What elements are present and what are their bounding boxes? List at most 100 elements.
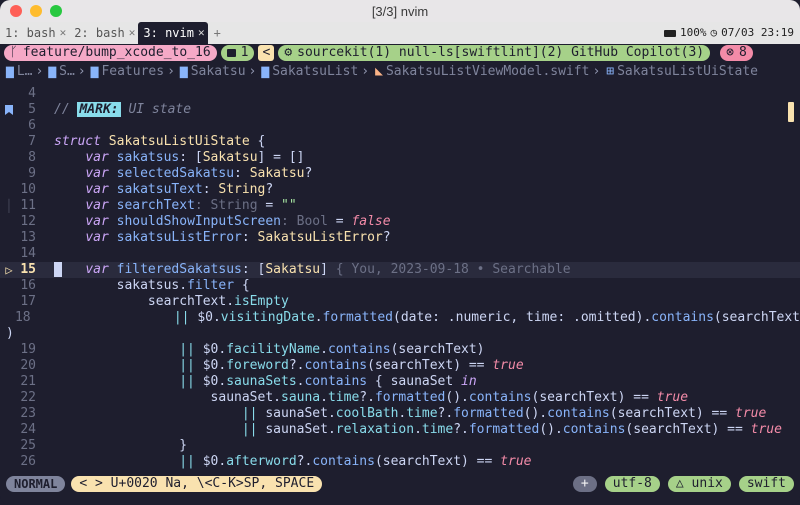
line-number: 18 — [14, 310, 31, 325]
code-line: 26 || $0.afterword?.contains(searchText)… — [0, 454, 800, 470]
line-number: 12 — [20, 214, 36, 229]
line-number: 7 — [28, 134, 36, 149]
code-line: 6 — [0, 118, 800, 134]
breadcrumb-item[interactable]: S… — [59, 64, 75, 79]
code-line: 22 saunaSet.sauna.time?.formatted().cont… — [0, 390, 800, 406]
line-number: 26 — [20, 454, 36, 469]
battery-icon — [664, 29, 677, 37]
title-bar: [3/3] nvim — [0, 0, 800, 22]
tmux-tab-1[interactable]: 1: bash ✕ — [0, 22, 69, 44]
scrollbar-thumb[interactable] — [788, 102, 794, 122]
git-blame: You, 2023-09-18 • Searchable — [351, 262, 571, 277]
code-line: 19 || $0.facilityName.contains(searchTex… — [0, 342, 800, 358]
char-info: < > U+0020 Na, \<C-K>SP, SPACE — [71, 476, 323, 492]
diagnostics-errors[interactable]: ⊗ 8 — [720, 45, 753, 61]
close-icon[interactable]: ✕ — [129, 22, 136, 44]
line-number: 6 — [28, 118, 36, 133]
text-cursor — [54, 262, 62, 277]
line-number: 8 — [28, 150, 36, 165]
close-icon[interactable]: ✕ — [60, 22, 67, 44]
code-editor[interactable]: 4 5// MARK: UI state 6 7 struct SakatsuLi… — [0, 86, 800, 472]
tmux-tab-bar: 1: bash ✕ 2: bash ✕ 3: nvim ✕ + 100% ◷ 0… — [0, 22, 800, 44]
swift-file-icon: ◣ — [375, 63, 383, 79]
line-number: 16 — [20, 278, 36, 293]
code-line: 7 struct SakatsuListUiState { — [0, 134, 800, 150]
breadcrumb-item[interactable]: L… — [17, 64, 33, 79]
code-line: ) — [6, 326, 14, 341]
line-number: 4 — [28, 86, 36, 101]
tmux-tab-2[interactable]: 2: bash ✕ — [69, 22, 138, 44]
folder-icon: ▆ — [90, 63, 99, 79]
code-line: 8 var sakatsus: [Sakatsu] = [] — [0, 150, 800, 166]
file-format: △ unix — [667, 476, 731, 492]
line-number: 23 — [20, 406, 36, 421]
tab-scroll-arrow[interactable]: < — [258, 45, 275, 61]
code-line: │ 11 var searchText: String = "" — [5, 198, 297, 213]
file-format-label: unix — [691, 476, 723, 491]
code-line: 25 } — [0, 438, 800, 454]
tab-icon — [226, 49, 236, 57]
chevron-right-icon: › — [592, 63, 601, 79]
code-line: 18 || $0.visitingDate.formatted(date: .n… — [14, 310, 800, 325]
breadcrumb-item[interactable]: SakatsuList — [272, 64, 358, 79]
modified-indicator: + — [572, 476, 597, 492]
window-title: [3/3] nvim — [371, 4, 429, 19]
breadcrumb-item[interactable]: Sakatsu — [191, 64, 246, 79]
breadcrumb-item[interactable]: Features — [101, 64, 164, 79]
code-line: 5// MARK: UI state — [0, 102, 800, 118]
file-type: swift — [738, 476, 794, 492]
code-line: 16 sakatsus.filter { — [0, 278, 800, 294]
folder-icon: ▆ — [179, 63, 188, 79]
branch-name: feature/bump_xcode_to_16 — [22, 45, 211, 60]
code-line: 23 || saunaSet.coolBath.time?.formatted(… — [0, 406, 800, 422]
chevron-right-icon: › — [77, 63, 86, 79]
error-icon: ⊗ — [726, 45, 734, 60]
mark-text: UI state — [128, 102, 192, 117]
date-time: 07/03 23:19 — [721, 26, 794, 39]
folder-icon: ▆ — [261, 63, 270, 79]
line-number: 25 — [20, 438, 36, 453]
new-tab-button[interactable]: + — [208, 26, 227, 40]
lsp-clients: sourcekit(1) null-ls[swiftlint](2) GitHu… — [297, 45, 705, 60]
folder-icon: ▆ — [6, 63, 14, 79]
line-number: 20 — [20, 358, 36, 373]
command-line[interactable] — [0, 493, 800, 505]
breadcrumb-item[interactable]: SakatsuListViewModel.swift — [386, 64, 590, 79]
tab-number: 1 — [240, 45, 249, 60]
linux-icon: △ — [675, 476, 684, 491]
clock-icon: ◷ — [710, 26, 718, 39]
git-branch[interactable]: ᚴ feature/bump_xcode_to_16 — [4, 45, 217, 61]
chevron-right-icon: › — [361, 63, 370, 79]
tab-indicator[interactable]: 1 — [220, 45, 255, 61]
close-icon[interactable]: ✕ — [198, 22, 205, 44]
chevron-right-icon: › — [167, 63, 175, 79]
bookmark-icon — [5, 105, 13, 115]
line-number: 10 — [20, 182, 36, 197]
line-number: 13 — [20, 230, 36, 245]
code-line-current: ▷ 15 var filteredSakatsus: [Sakatsu] { Yo… — [0, 262, 800, 278]
battery-level: 100% — [680, 26, 707, 39]
line-number: 19 — [20, 342, 36, 357]
breadcrumb: ▆ L… › ▆ S… › ▆ Features › ▆ Sakatsu › ▆ SakatsuL… — [0, 62, 800, 80]
line-number: 9 — [28, 166, 36, 181]
line-number: 14 — [20, 246, 36, 261]
lsp-status[interactable]: ⚙ sourcekit(1) null-ls[swiftlint](2) Git… — [278, 45, 711, 61]
line-number: 24 — [20, 422, 36, 437]
debug-arrow-icon: ▷ — [5, 263, 13, 277]
line-number: 5 — [28, 102, 36, 117]
mark-tag: MARK: — [77, 102, 121, 117]
struct-icon: ⊞ — [606, 63, 615, 79]
tab-label: 1: bash — [5, 26, 56, 40]
mode-indicator: NORMAL — [6, 476, 66, 492]
code-line: 4 — [0, 86, 800, 102]
line-number: 17 — [20, 294, 36, 309]
statusline: NORMAL < > U+0020 Na, \<C-K>SP, SPACE + … — [0, 475, 800, 493]
code-line: 13 var sakatsuListError: SakatsuListErro… — [0, 230, 800, 246]
chevron-right-icon: › — [35, 63, 44, 79]
tmux-tab-3[interactable]: 3: nvim ✕ — [138, 22, 208, 44]
tmux-status-right: 100% ◷ 07/03 23:19 — [664, 22, 794, 44]
tab-label: 3: nvim — [143, 26, 194, 40]
breadcrumb-item[interactable]: SakatsuListUiState — [617, 64, 758, 79]
code-line: 21 || $0.saunaSets.contains { saunaSet i… — [0, 374, 800, 390]
line-number: 22 — [20, 390, 36, 405]
